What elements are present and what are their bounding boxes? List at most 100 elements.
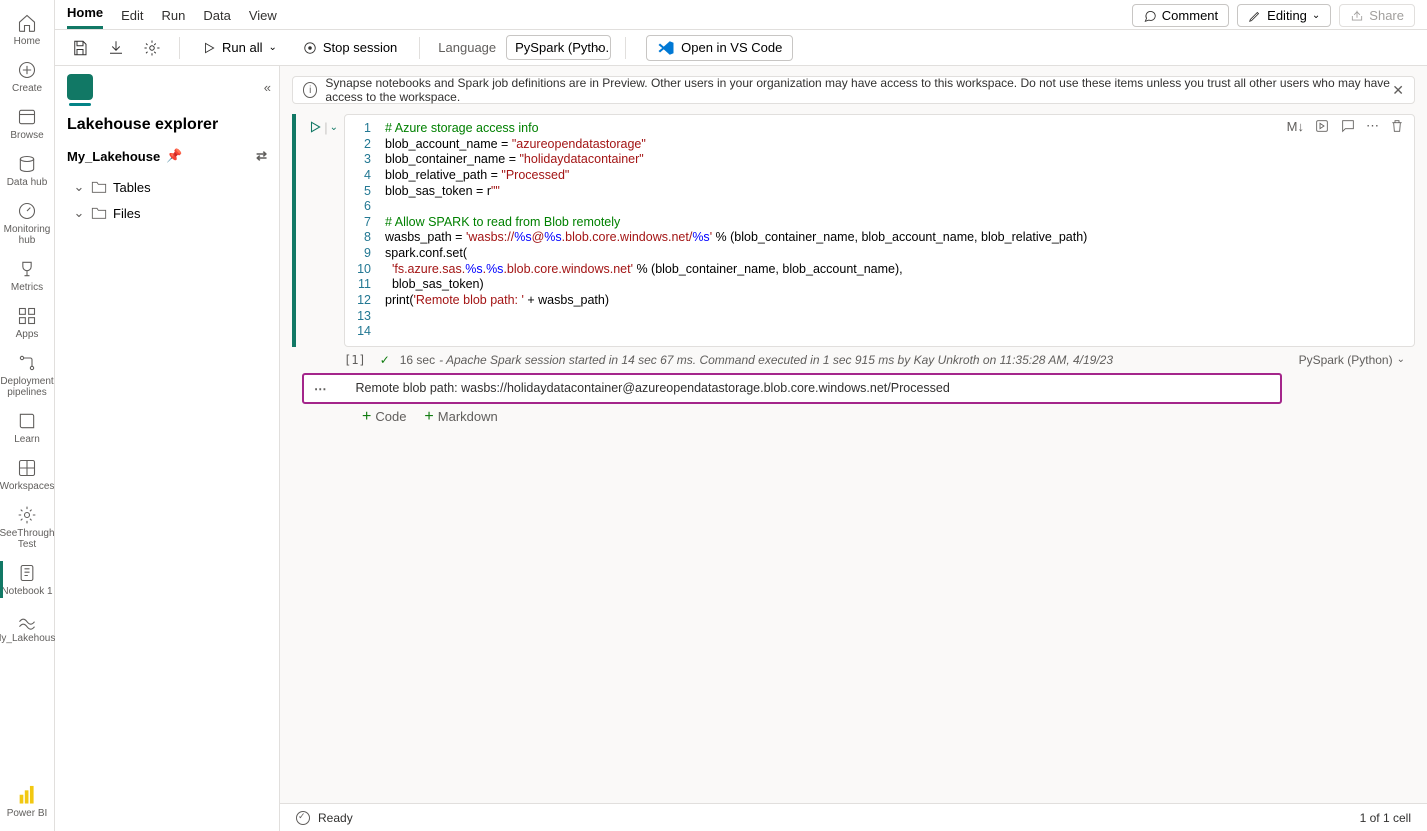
trophy-icon [16, 258, 38, 280]
nav-label: Notebook 1 [1, 586, 52, 597]
exec-language[interactable]: PySpark (Python) [1299, 353, 1393, 367]
nav-mylakehouse[interactable]: My_Lakehouse [0, 603, 55, 650]
nav-learn[interactable]: Learn [0, 404, 55, 451]
nav-home[interactable]: Home [0, 6, 55, 53]
lakehouse-explorer: « Lakehouse explorer My_Lakehouse 📌 ⇄ ⌄ … [55, 66, 280, 831]
lakehouse-icon [16, 609, 38, 631]
tab-view[interactable]: View [249, 8, 277, 29]
notebook-icon [16, 562, 38, 584]
tab-home[interactable]: Home [67, 5, 103, 29]
share-button[interactable]: Share [1339, 4, 1415, 27]
add-code-cell-button[interactable]: + Code [362, 408, 406, 426]
pin-icon[interactable]: 📌 [166, 148, 182, 164]
home-icon [16, 12, 38, 34]
brand-icon [67, 74, 93, 100]
run-cell-button[interactable] [308, 120, 322, 347]
plus-circle-icon [16, 59, 38, 81]
ready-icon [296, 811, 310, 825]
delete-cell-button[interactable] [1389, 118, 1405, 134]
pencil-icon [1248, 9, 1262, 23]
save-button[interactable] [67, 35, 93, 61]
play-icon [202, 41, 216, 55]
comment-cell-button[interactable] [1340, 118, 1356, 134]
chevron-down-icon[interactable]: ⌄ [1397, 354, 1405, 365]
cell-gutter: | ⌄ [296, 114, 344, 347]
nav-browse[interactable]: Browse [0, 100, 55, 147]
chevron-down-icon[interactable]: ⌄ [330, 122, 338, 347]
nav-monitoring[interactable]: Monitoring hub [0, 194, 55, 252]
notebook-area: i Synapse notebooks and Spark job defini… [280, 66, 1427, 831]
nav-metrics[interactable]: Metrics [0, 252, 55, 299]
stop-session-button[interactable]: Stop session [295, 37, 405, 58]
refresh-icon[interactable]: ⇄ [256, 148, 267, 164]
nav-pipelines[interactable]: Deployment pipelines [0, 346, 55, 404]
add-cell-row: + Code + Markdown [292, 408, 1415, 426]
nav-label: Monitoring hub [0, 224, 55, 246]
code-editor[interactable]: 1# Azure storage access info2blob_accoun… [344, 114, 1415, 347]
comment-button[interactable]: Comment [1132, 4, 1229, 27]
chevron-down-icon: ⌄ [1312, 10, 1320, 21]
tab-edit[interactable]: Edit [121, 8, 143, 29]
settings-button[interactable] [139, 35, 165, 61]
markdown-toggle-button[interactable]: M↓ [1287, 119, 1304, 134]
chevron-down-icon: ⌄ [73, 205, 85, 221]
info-icon: i [303, 82, 317, 98]
exec-index: [1] [344, 353, 366, 367]
cell-output: ⋯ Remote blob path: wasbs://holidaydatac… [302, 373, 1282, 404]
status-ready: Ready [318, 811, 353, 825]
left-nav-rail: Home Create Browse Data hub Monitoring h… [0, 0, 55, 831]
ribbon-tabs: Home Edit Run Data View Comment Editing … [55, 0, 1427, 30]
explorer-title: Lakehouse explorer [55, 108, 279, 144]
nav-label: SeeThrough Test [0, 528, 55, 550]
tree-item-files[interactable]: ⌄ Files [55, 200, 279, 226]
nav-label: Apps [16, 329, 39, 340]
apps-icon [16, 305, 38, 327]
download-button[interactable] [103, 35, 129, 61]
nav-label: Browse [10, 130, 43, 141]
check-icon: ✓ [380, 353, 390, 367]
book-icon [16, 410, 38, 432]
tab-run[interactable]: Run [162, 8, 186, 29]
exec-duration: 16 sec [400, 353, 435, 367]
status-bar: Ready 1 of 1 cell [280, 803, 1427, 831]
stop-icon [303, 41, 317, 55]
gutter-separator: | [324, 120, 327, 347]
cell-toolbar: M↓ ⋯ [1287, 118, 1405, 134]
nav-apps[interactable]: Apps [0, 299, 55, 346]
nav-label: Metrics [11, 282, 43, 293]
exec-detail: - Apache Spark session started in 14 sec… [439, 353, 1113, 367]
gear-icon [16, 504, 38, 526]
folder-icon [91, 206, 107, 220]
open-in-vscode-button[interactable]: Open in VS Code [646, 35, 793, 61]
tree-item-tables[interactable]: ⌄ Tables [55, 174, 279, 200]
more-cell-button[interactable]: ⋯ [1366, 118, 1379, 134]
nav-data-hub[interactable]: Data hub [0, 147, 55, 194]
add-markdown-cell-button[interactable]: + Markdown [424, 408, 497, 426]
nav-label: Workspaces [0, 481, 54, 492]
banner-text: Synapse notebooks and Spark job definiti… [325, 76, 1392, 104]
collapse-explorer-button[interactable]: « [264, 80, 271, 95]
status-cells: 1 of 1 cell [1360, 811, 1411, 825]
monitor-icon [16, 200, 38, 222]
language-label: Language [438, 40, 496, 55]
chevron-down-icon: ⌄ [73, 179, 85, 195]
folder-icon [91, 180, 107, 194]
close-banner-button[interactable]: ✕ [1392, 82, 1404, 99]
vscode-icon [657, 39, 675, 57]
tab-data[interactable]: Data [203, 8, 230, 29]
plus-icon: + [424, 408, 433, 426]
lakehouse-name-row[interactable]: My_Lakehouse 📌 ⇄ [55, 144, 279, 174]
nav-label: Data hub [7, 177, 48, 188]
code-cell: | ⌄ 1# Azure storage access info2blob_ac… [292, 114, 1415, 347]
pipeline-icon [16, 352, 38, 374]
nav-seethrough[interactable]: SeeThrough Test [0, 498, 55, 556]
nav-create[interactable]: Create [0, 53, 55, 100]
language-select[interactable]: PySpark (Pytho... [506, 35, 611, 60]
browse-icon [16, 106, 38, 128]
run-below-button[interactable] [1314, 118, 1330, 134]
output-menu-button[interactable]: ⋯ [314, 381, 328, 396]
editing-button[interactable]: Editing ⌄ [1237, 4, 1331, 27]
nav-notebook1[interactable]: Notebook 1 [0, 556, 55, 603]
run-all-button[interactable]: Run all ⌄ [194, 37, 285, 58]
nav-workspaces[interactable]: Workspaces [0, 451, 55, 498]
